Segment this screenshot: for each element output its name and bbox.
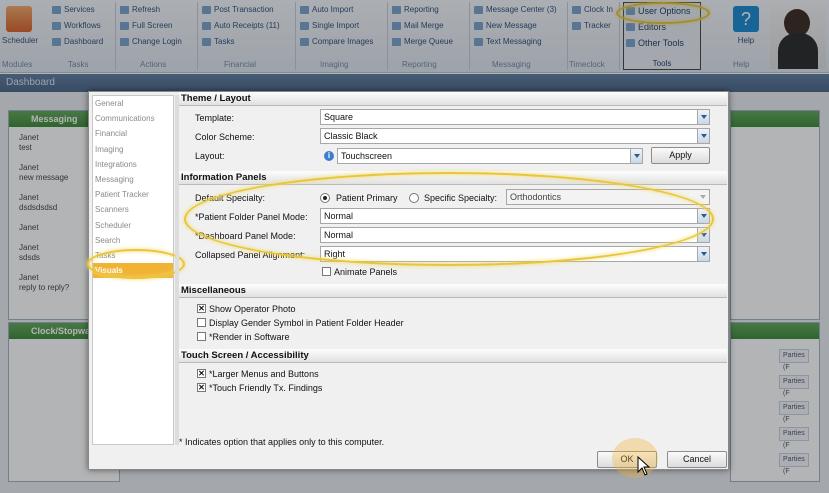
template-label: Template: xyxy=(195,113,235,123)
show-operator-photo-label: Show Operator Photo xyxy=(209,304,296,314)
miscellaneous-header: Miscellaneous xyxy=(179,284,727,298)
chevron-down-icon xyxy=(697,110,709,124)
color-scheme-select[interactable]: Classic Black xyxy=(320,128,710,144)
nav-item-scanners[interactable]: Scanners xyxy=(93,202,173,217)
render-software-checkbox[interactable] xyxy=(197,332,206,341)
chevron-down-icon xyxy=(630,149,642,163)
visuals-settings-panel: Theme / Layout Template: Square Color Sc… xyxy=(179,92,729,432)
larger-menus-label: *Larger Menus and Buttons xyxy=(209,369,319,379)
show-operator-photo-checkbox[interactable]: ✕ xyxy=(197,304,206,313)
touch-findings-label: *Touch Friendly Tx. Findings xyxy=(209,383,323,393)
render-software-label: *Render in Software xyxy=(209,332,290,342)
nav-item-messaging[interactable]: Messaging xyxy=(93,172,173,187)
nav-item-integrations[interactable]: Integrations xyxy=(93,157,173,172)
cancel-button[interactable]: Cancel xyxy=(667,451,727,468)
template-select[interactable]: Square xyxy=(320,109,710,125)
animate-panels-checkbox[interactable] xyxy=(322,267,331,276)
visuals-highlight xyxy=(87,249,185,279)
larger-menus-checkbox[interactable]: ✕ xyxy=(197,369,206,378)
nav-item-search[interactable]: Search xyxy=(93,233,173,248)
nav-item-general[interactable]: General xyxy=(93,96,173,111)
information-panels-highlight xyxy=(184,172,714,266)
animate-panels-label: Animate Panels xyxy=(334,267,398,277)
touch-findings-checkbox[interactable]: ✕ xyxy=(197,383,206,392)
footnote: * Indicates option that applies only to … xyxy=(179,437,385,447)
chevron-down-icon xyxy=(697,129,709,143)
nav-item-financial[interactable]: Financial xyxy=(93,126,173,141)
apply-button[interactable]: Apply xyxy=(651,147,710,164)
info-icon: i xyxy=(324,151,334,161)
gender-symbol-label: Display Gender Symbol in Patient Folder … xyxy=(209,318,404,328)
user-options-dialog: General Communications Financial Imaging… xyxy=(87,91,729,478)
nav-item-imaging[interactable]: Imaging xyxy=(93,142,173,157)
theme-layout-header: Theme / Layout xyxy=(179,92,727,106)
layout-label: Layout: xyxy=(195,151,225,161)
chevron-down-icon xyxy=(697,190,709,204)
layout-select[interactable]: Touchscreen xyxy=(337,148,643,164)
gender-symbol-checkbox[interactable] xyxy=(197,318,206,327)
ok-click-highlight xyxy=(612,438,658,478)
chevron-down-icon xyxy=(697,247,709,261)
mouse-cursor-icon xyxy=(637,456,651,476)
nav-item-patient-tracker[interactable]: Patient Tracker xyxy=(93,187,173,202)
touch-screen-header: Touch Screen / Accessibility xyxy=(179,349,727,363)
nav-item-communications[interactable]: Communications xyxy=(93,111,173,126)
color-scheme-label: Color Scheme: xyxy=(195,132,255,142)
nav-item-scheduler[interactable]: Scheduler xyxy=(93,218,173,233)
